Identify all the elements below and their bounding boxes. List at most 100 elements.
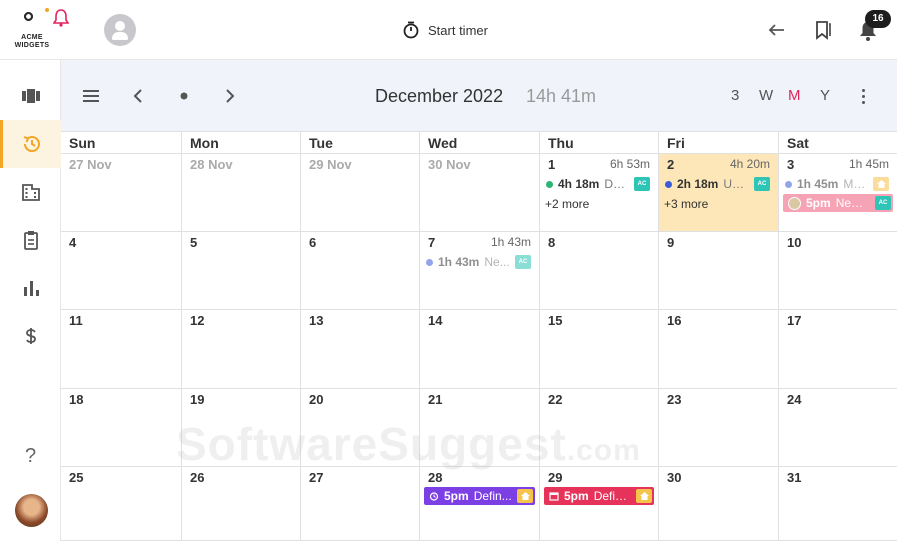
day-number: 29 Nov bbox=[309, 157, 352, 172]
bar-chart-icon bbox=[23, 281, 39, 296]
next-month-button[interactable] bbox=[217, 84, 241, 108]
day-cell[interactable]: 4 bbox=[61, 232, 181, 310]
more-options-icon[interactable] bbox=[856, 84, 870, 108]
view-3day-button[interactable]: 3 bbox=[731, 87, 739, 104]
sidebar-item-tasks[interactable] bbox=[0, 216, 61, 264]
day-cell[interactable]: 31 bbox=[778, 467, 897, 541]
day-number: 26 bbox=[190, 470, 205, 485]
sidebar-item-dashboard[interactable] bbox=[0, 72, 61, 120]
weekday-thu: Thu bbox=[539, 132, 658, 154]
previous-month-button[interactable] bbox=[127, 84, 151, 108]
event-title: Defin... bbox=[593, 489, 631, 503]
day-number: 18 bbox=[69, 392, 84, 407]
day-cell[interactable]: 25 bbox=[61, 467, 181, 541]
day-cell[interactable]: 10 bbox=[778, 232, 897, 310]
calendar-event[interactable]: 5pm Defin... bbox=[424, 487, 535, 505]
day-cell[interactable]: 18 bbox=[61, 389, 181, 467]
event-time: 5pm bbox=[444, 489, 469, 503]
day-cell[interactable]: 16 bbox=[658, 310, 778, 389]
time-entry[interactable]: 4h 18m Defi... AC bbox=[546, 176, 650, 192]
day-cell[interactable]: 8 bbox=[539, 232, 658, 310]
day-number: 23 bbox=[667, 392, 682, 407]
day-cell[interactable]: 14 bbox=[419, 310, 539, 389]
day-cell[interactable]: 24 bbox=[778, 389, 897, 467]
event-time: 5pm bbox=[806, 196, 831, 210]
day-number: 22 bbox=[548, 392, 563, 407]
sidebar-item-reports[interactable] bbox=[0, 264, 61, 312]
day-cell[interactable]: 29 Nov bbox=[300, 154, 419, 232]
bell-outline-icon[interactable] bbox=[53, 9, 69, 27]
day-number: 10 bbox=[787, 235, 802, 250]
user-avatar[interactable] bbox=[104, 14, 136, 46]
time-entry[interactable]: 1h 45m Mo... bbox=[785, 176, 889, 192]
notification-badge: 16 bbox=[865, 10, 891, 28]
day-cell[interactable]: 20 bbox=[300, 389, 419, 467]
day-number: 6 bbox=[309, 235, 317, 250]
back-arrow-icon[interactable] bbox=[767, 20, 787, 40]
day-cell[interactable]: 27 bbox=[300, 467, 419, 541]
event-title: Defin... bbox=[473, 489, 512, 503]
day-number: 1 bbox=[548, 157, 556, 172]
day-duration: 6h 53m bbox=[609, 157, 650, 171]
entry-duration: 4h 18m bbox=[558, 177, 600, 191]
time-entry[interactable]: 2h 18m Use... AC bbox=[665, 176, 770, 192]
day-cell[interactable]: 1 6h 53m 4h 18m Defi... AC +2 more bbox=[539, 154, 658, 232]
day-cell[interactable]: 6 bbox=[300, 232, 419, 310]
sidebar-item-clients[interactable] bbox=[0, 168, 61, 216]
sidebar-item-timesheet[interactable] bbox=[0, 120, 61, 168]
day-cell[interactable]: 19 bbox=[181, 389, 300, 467]
day-cell[interactable]: 15 bbox=[539, 310, 658, 389]
time-entry[interactable]: 1h 43m Ne... AC bbox=[426, 254, 531, 270]
day-cell[interactable]: 5 bbox=[181, 232, 300, 310]
day-cell[interactable]: 11 bbox=[61, 310, 181, 389]
day-cell[interactable]: 7 1h 43m 1h 43m Ne... AC bbox=[419, 232, 539, 310]
day-cell[interactable]: 29 5pm Defin... bbox=[539, 467, 658, 541]
day-number: 12 bbox=[190, 313, 205, 328]
view-month-button[interactable]: M bbox=[788, 87, 801, 104]
menu-icon[interactable] bbox=[79, 84, 103, 108]
calendar-event[interactable]: 5pm Defin... bbox=[544, 487, 654, 505]
day-cell[interactable]: 9 bbox=[658, 232, 778, 310]
day-cell[interactable]: 28 Nov bbox=[181, 154, 300, 232]
sidebar-item-billing[interactable] bbox=[0, 312, 61, 360]
help-icon[interactable]: ? bbox=[0, 440, 61, 472]
profile-avatar[interactable] bbox=[15, 494, 48, 527]
app-logo[interactable]: ACME WIDGETS bbox=[8, 8, 54, 50]
more-entries-link[interactable]: +2 more bbox=[545, 197, 589, 211]
project-color-dot bbox=[426, 258, 433, 266]
more-entries-link[interactable]: +3 more bbox=[664, 197, 708, 211]
day-cell[interactable]: 3 1h 45m 1h 45m Mo... 5pm New ... AC bbox=[778, 154, 897, 232]
day-number: 7 bbox=[428, 235, 436, 250]
today-button[interactable] bbox=[172, 84, 196, 108]
view-year-button[interactable]: Y bbox=[820, 87, 830, 104]
day-cell[interactable]: 27 Nov bbox=[61, 154, 181, 232]
time-history-icon bbox=[23, 136, 40, 153]
day-cell[interactable]: 13 bbox=[300, 310, 419, 389]
chevron-right-icon bbox=[226, 89, 235, 103]
day-cell[interactable]: 30 Nov bbox=[419, 154, 539, 232]
day-number: 2 bbox=[667, 157, 675, 172]
day-cell[interactable]: 17 bbox=[778, 310, 897, 389]
calendar-event[interactable]: 5pm New ... AC bbox=[783, 194, 893, 212]
project-color-dot bbox=[665, 180, 672, 188]
day-number: 15 bbox=[548, 313, 563, 328]
day-cell[interactable]: 21 bbox=[419, 389, 539, 467]
clipboard-icon bbox=[23, 231, 38, 250]
day-cell[interactable]: 12 bbox=[181, 310, 300, 389]
day-cell[interactable]: 23 bbox=[658, 389, 778, 467]
day-cell[interactable]: 30 bbox=[658, 467, 778, 541]
day-duration: 1h 45m bbox=[848, 157, 889, 171]
day-number: 21 bbox=[428, 392, 443, 407]
start-timer-button[interactable]: Start timer bbox=[402, 20, 488, 40]
day-number: 28 Nov bbox=[190, 157, 233, 172]
day-cell[interactable]: 22 bbox=[539, 389, 658, 467]
day-cell[interactable]: 28 5pm Defin... bbox=[419, 467, 539, 541]
weekday-tue: Tue bbox=[300, 132, 419, 154]
event-avatar bbox=[788, 196, 801, 210]
logo-text: ACME WIDGETS bbox=[14, 34, 50, 49]
bookmarks-icon[interactable] bbox=[813, 19, 833, 41]
day-cell[interactable]: 2 4h 20m 2h 18m Use... AC +3 more bbox=[658, 154, 778, 232]
day-cell[interactable]: 26 bbox=[181, 467, 300, 541]
day-number: 17 bbox=[787, 313, 802, 328]
view-week-button[interactable]: W bbox=[759, 87, 773, 104]
